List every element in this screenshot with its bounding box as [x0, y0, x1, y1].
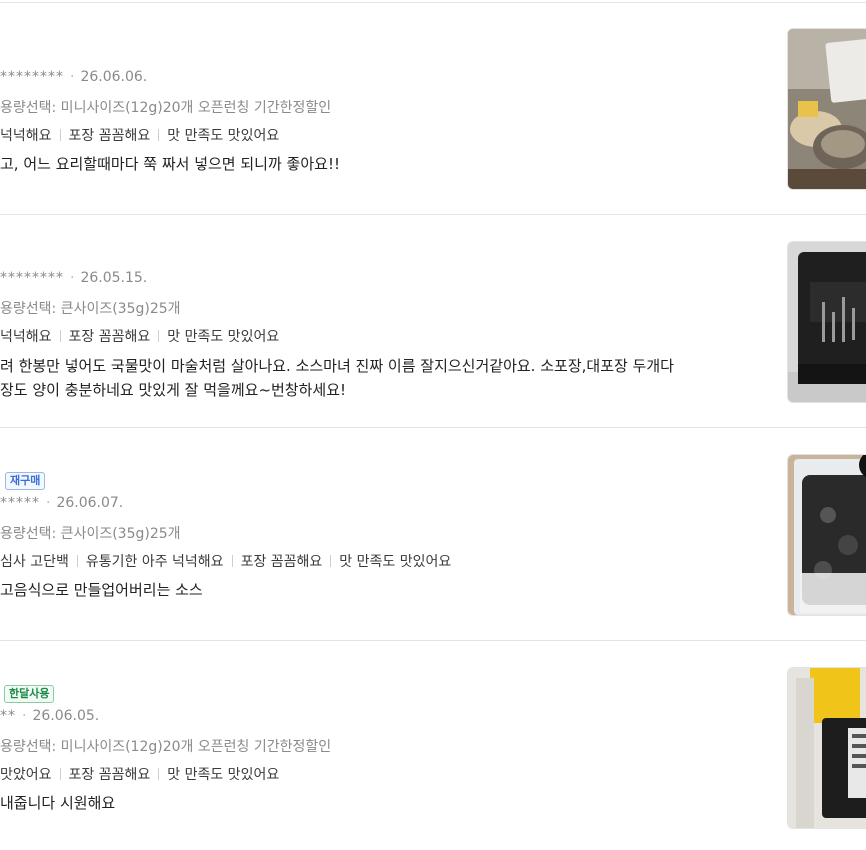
review-meta: ** · 26.06.05. — [0, 708, 99, 724]
option-info: 용량선택: 큰사이즈(35g)25개 — [0, 526, 181, 542]
review-photo[interactable] — [787, 28, 866, 190]
review-tag: 맛 만족도 맛있어요 — [167, 128, 280, 144]
reviewer-id: ** — [0, 708, 16, 724]
review-date: 26.05.15. — [80, 270, 148, 286]
review-tag: 심사 고단백 — [0, 554, 69, 570]
tag-separator — [59, 129, 61, 141]
tag-separator — [59, 768, 61, 780]
review-tag: 넉넉해요 — [0, 128, 52, 144]
review-tag: 유통기한 아주 넉넉해요 — [85, 554, 224, 570]
review-item: ******** · 26.06.06. 용량선택: 미니사이즈(12g)20개 오… — [0, 3, 866, 215]
review-tag: 포장 꼼꼼해요 — [240, 554, 323, 570]
badge-row: 재구매 — [0, 469, 46, 490]
review-tag: 맛 만족도 맛있어요 — [167, 767, 280, 783]
review-photo[interactable] — [787, 454, 866, 616]
tag-separator — [76, 555, 78, 567]
tag-separator — [158, 330, 160, 342]
review-item: 한달사용 ** · 26.06.05. 용량선택: 미니사이즈(12g)20개 오픈… — [0, 642, 866, 850]
review-item: 재구매 ***** · 26.06.07. 용량선택: 큰사이즈(35g)25개 심… — [0, 429, 866, 641]
review-item: ******** · 26.05.15. 용량선택: 큰사이즈(35g)25개 넉넉… — [0, 216, 866, 428]
review-text[interactable]: 장도 양이 충분하네요 맛있게 잘 먹을께요~번창하세요! — [0, 377, 346, 403]
review-meta: ***** · 26.06.07. — [0, 495, 123, 511]
review-tags: 넉넉해요 포장 꼼꼼해요 맛 만족도 맛있어요 — [0, 125, 279, 145]
review-text[interactable]: 고음식으로 만들업어버리는 소스 — [0, 577, 203, 603]
tag-separator — [231, 555, 233, 567]
review-tag: 넉넉해요 — [0, 329, 52, 345]
review-photo[interactable] — [787, 667, 866, 829]
reviewer-id: ******** — [0, 270, 64, 286]
review-photo[interactable] — [787, 241, 866, 403]
review-tag: 맛 만족도 맛있어요 — [339, 554, 452, 570]
review-photo-image — [788, 455, 866, 615]
reviewer-id: ******** — [0, 69, 64, 85]
review-photo-image — [788, 242, 866, 402]
meta-dot: · — [70, 270, 75, 286]
badge-row: 한달사용 — [0, 682, 55, 703]
review-text[interactable]: 내줍니다 시원해요 — [0, 790, 115, 816]
review-text[interactable]: 려 한봉만 넣어도 국물맛이 마술처럼 살아나요. 소스마녀 진짜 이름 잘지으… — [0, 353, 674, 379]
review-tags: 넉넉해요 포장 꼼꼼해요 맛 만족도 맛있어요 — [0, 326, 279, 346]
option-info: 용량선택: 큰사이즈(35g)25개 — [0, 301, 181, 317]
option-info: 용량선택: 미니사이즈(12g)20개 오픈런칭 기간한정할인 — [0, 739, 332, 755]
tag-separator — [158, 129, 160, 141]
meta-dot: · — [22, 708, 27, 724]
review-photo-image — [788, 29, 866, 189]
tag-separator — [158, 768, 160, 780]
review-text[interactable]: 고, 어느 요리할때마다 쭉 짜서 넣으면 되니까 좋아요!! — [0, 151, 340, 177]
review-list: ******** · 26.06.06. 용량선택: 미니사이즈(12g)20개 오… — [0, 0, 866, 850]
review-tag: 맛 만족도 맛있어요 — [167, 329, 280, 345]
tag-separator — [330, 555, 332, 567]
option-info: 용량선택: 미니사이즈(12g)20개 오픈런칭 기간한정할인 — [0, 100, 332, 116]
review-date: 26.06.06. — [80, 69, 148, 85]
review-tags: 맛았어요 포장 꼼꼼해요 맛 만족도 맛있어요 — [0, 764, 279, 784]
review-photo-image — [788, 668, 866, 828]
review-meta: ******** · 26.05.15. — [0, 270, 147, 286]
meta-dot: · — [70, 69, 75, 85]
month-use-badge: 한달사용 — [4, 685, 55, 703]
meta-dot: · — [46, 495, 51, 511]
review-tag: 포장 꼼꼼해요 — [68, 128, 151, 144]
review-date: 26.06.07. — [56, 495, 124, 511]
reviewer-id: ***** — [0, 495, 40, 511]
review-tags: 심사 고단백 유통기한 아주 넉넉해요 포장 꼼꼼해요 맛 만족도 맛있어요 — [0, 551, 451, 571]
review-meta: ******** · 26.06.06. — [0, 69, 147, 85]
review-date: 26.06.05. — [32, 708, 100, 724]
review-tag: 포장 꼼꼼해요 — [68, 767, 151, 783]
review-tag: 맛았어요 — [0, 767, 52, 783]
tag-separator — [59, 330, 61, 342]
rebuy-badge: 재구매 — [5, 472, 46, 490]
review-tag: 포장 꼼꼼해요 — [68, 329, 151, 345]
